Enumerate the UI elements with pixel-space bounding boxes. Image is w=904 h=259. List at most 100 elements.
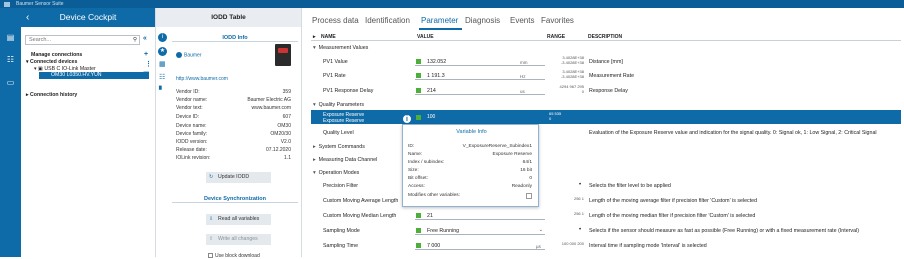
manage-connections[interactable]: Manage connections — [31, 52, 82, 58]
info-value: www.baumer.com — [251, 105, 291, 111]
param-name: Custom Moving Average Length — [323, 198, 399, 204]
tab-favorites[interactable]: Favorites — [541, 16, 574, 25]
group-mdc[interactable]: ▸ Measuring Data Channel — [313, 157, 377, 163]
info-label: Vendor ID: — [176, 89, 200, 95]
active-tab-indicator — [419, 28, 462, 30]
group-measurement[interactable]: ▾ Measurement Values — [313, 45, 368, 51]
monitor-icon[interactable]: ▭ — [5, 78, 16, 87]
expand-all-icon[interactable]: ▸ — [313, 34, 316, 40]
checkbox-box[interactable] — [208, 253, 213, 259]
tab-diagnosis[interactable]: Diagnosis — [465, 16, 500, 25]
device-label: OM30 L0350.HV.YUN — [51, 72, 102, 78]
param-name: Custom Moving Median Length — [323, 213, 397, 219]
write-all-button[interactable]: ⇧ Write all changes — [206, 234, 271, 245]
popup-title: Variable Info — [456, 129, 487, 135]
connection-history[interactable]: ▸ Connection history — [26, 92, 77, 98]
read-icon: ⇩ — [209, 216, 214, 222]
block-download-checkbox[interactable]: Use block download — [208, 253, 260, 259]
table-header: ▸ NAME VALUE RANGE DESCRIPTION — [311, 33, 901, 41]
app-title: Baumer Sensor Suite — [16, 1, 64, 7]
info-label: Device name: — [176, 123, 207, 129]
param-description: Response Delay — [589, 88, 628, 94]
iodd-info-title: IODD Info — [172, 35, 298, 42]
variable-info-popup: Variable Info ID: V_ExposureReserve_Subi… — [402, 124, 539, 207]
tab-identification[interactable]: Identification — [365, 16, 410, 25]
popup-value: Exposure Reserve — [492, 152, 532, 157]
title-bar: Baumer Sensor Suite — [0, 0, 904, 8]
chevron-left-icon[interactable]: ‹ — [26, 8, 29, 27]
star-icon[interactable]: ★ — [158, 47, 167, 56]
value-field — [415, 87, 545, 95]
param-range: 4294 967 295 0 — [556, 84, 584, 94]
device-node[interactable]: OM30 L0350.HV.YUN — [39, 72, 149, 79]
group-label: Measuring Data Channel — [318, 157, 378, 163]
grid-icon[interactable]: ☷ — [159, 74, 166, 82]
table-row-selected[interactable]: Exposure Reserve Exposure Reserve 100 65… — [311, 110, 901, 124]
search-placeholder: Search... — [29, 37, 52, 43]
tab-process-data[interactable]: Process data — [312, 16, 359, 25]
range-min: -3.4028E+38 — [560, 74, 584, 79]
more-icon[interactable]: ⋮ — [145, 60, 152, 68]
info-label: Release date: — [176, 147, 207, 153]
info-label: Device family: — [176, 131, 208, 137]
brand-name: Baumer — [184, 52, 202, 59]
header-value: VALUE — [417, 34, 434, 40]
param-description: Selects the filter level to be applied — [589, 183, 671, 189]
connection-history-label: Connection history — [30, 92, 78, 98]
search-input[interactable]: Search... ⚲ — [25, 35, 140, 45]
value-field[interactable] — [415, 242, 545, 250]
param-name: Sampling Time — [323, 243, 359, 249]
param-range: 100 000 200 — [561, 241, 584, 246]
iodd-header: IODD Table — [156, 8, 301, 27]
group-label: Operation Modes — [318, 170, 360, 176]
baumer-logo-icon — [176, 52, 182, 58]
range-min: -3.4028E+38 — [560, 60, 584, 65]
info-value: 1.1 — [284, 155, 291, 161]
left-rail: ▤ ☷ ▭ — [0, 8, 21, 257]
group-system[interactable]: ▸ System Commands — [313, 144, 365, 150]
write-all-label: Write all changes — [218, 236, 258, 242]
barcode-icon[interactable]: ▘ — [159, 87, 166, 95]
header-range: RANGE — [547, 34, 566, 40]
vendor-link[interactable]: http://www.baumer.com — [176, 76, 228, 82]
connected-devices[interactable]: ▾ Connected devices — [26, 59, 77, 65]
value-field[interactable] — [415, 212, 545, 220]
table-icon[interactable]: ▦ — [159, 61, 166, 69]
collapse-icon[interactable]: « — [143, 35, 147, 42]
info-label: Vendor text: — [176, 105, 203, 111]
group-operation[interactable]: ▾ Operation Modes — [313, 170, 359, 176]
sampling-mode-select[interactable]: ⌄ — [415, 227, 545, 235]
popup-label: ID: — [408, 144, 415, 149]
param-description: Length of the moving median filter if pr… — [589, 213, 756, 219]
device-cockpit-panel: ‹ Device Cockpit Search... ⚲ « + ⋮ ☰ Man… — [21, 8, 156, 257]
search-icon[interactable]: ⚲ — [133, 36, 137, 44]
param-description: Distance [mm] — [589, 59, 623, 65]
refresh-icon: ↻ — [209, 174, 214, 180]
info-label: IODD version: — [176, 139, 208, 145]
param-unit: Hz — [520, 74, 526, 79]
group-label: Measurement Values — [318, 45, 369, 51]
devices-icon[interactable]: ☷ — [5, 55, 16, 64]
info-value: V2.0 — [280, 139, 291, 145]
popup-value: 0 — [529, 176, 532, 181]
block-download-label: Use block download — [215, 253, 260, 259]
group-quality[interactable]: ▾ Quality Parameters — [313, 102, 364, 108]
tab-events[interactable]: Events — [510, 16, 534, 25]
param-name: Sampling Mode — [323, 228, 360, 234]
app-logo-icon — [4, 1, 10, 7]
param-range: 3.4028E+38 -3.4028E+38 — [556, 69, 584, 79]
selected-subname: Exposure Reserve — [323, 118, 365, 124]
add-connection-icon[interactable]: + — [144, 51, 148, 58]
param-name: Quality Level — [323, 130, 354, 136]
param-name: PV1 Value — [323, 59, 348, 65]
book-icon[interactable]: ▤ — [5, 33, 16, 42]
info-icon[interactable]: i — [158, 33, 167, 42]
read-all-button[interactable]: ⇩ Read all variables — [206, 214, 271, 225]
tab-parameter[interactable]: Parameter — [421, 16, 458, 25]
info-icon[interactable]: i — [402, 114, 412, 124]
param-unit: us — [520, 89, 525, 94]
param-range: 3.4028E+38 -3.4028E+38 — [556, 55, 584, 65]
info-value: 07.12.2020 — [265, 147, 291, 153]
update-iodd-label: Update IODD — [218, 174, 250, 180]
update-iodd-button[interactable]: ↻ Update IODD — [206, 172, 271, 183]
